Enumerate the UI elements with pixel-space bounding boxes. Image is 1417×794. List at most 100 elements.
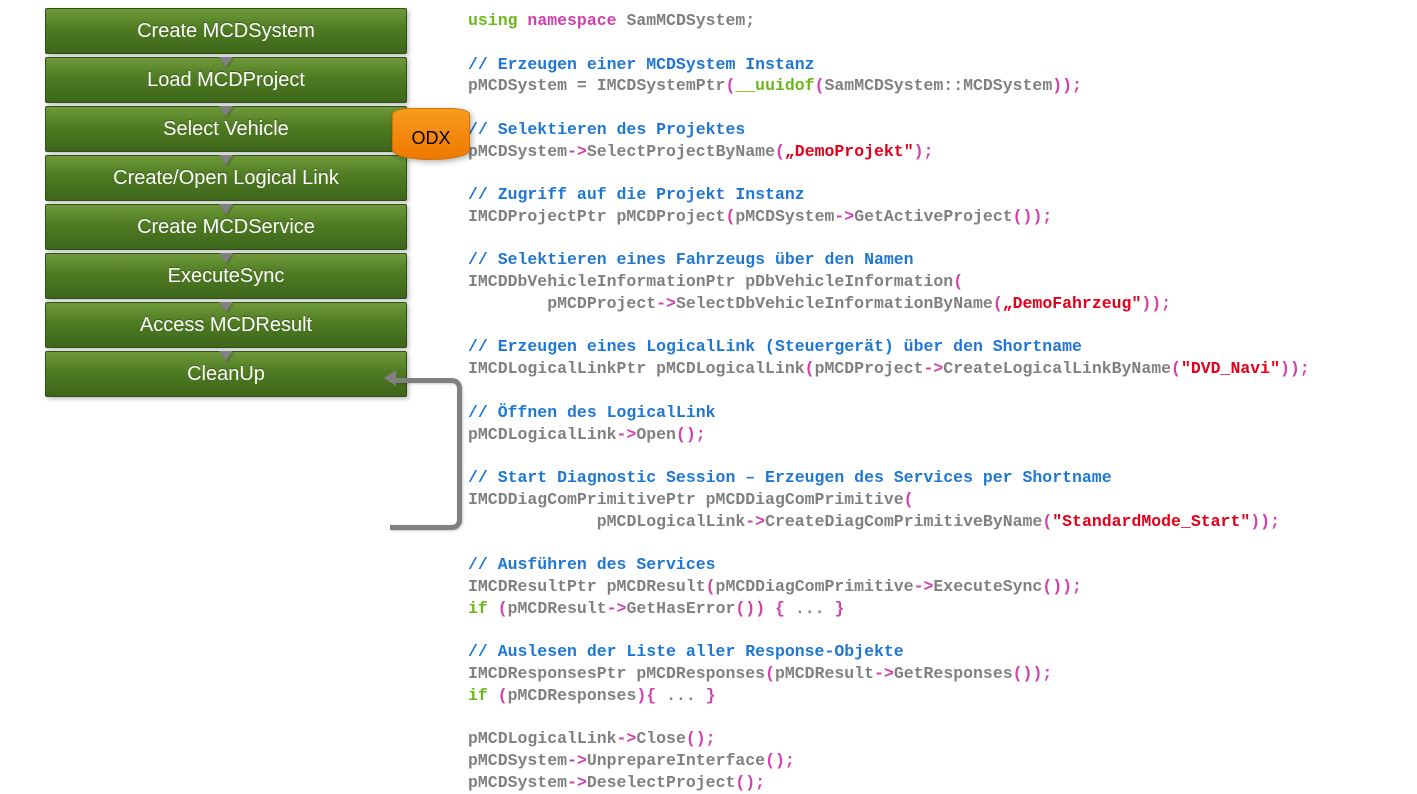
code-text: pMCDResult: [508, 599, 607, 618]
code-text: pMCDLogicalLink: [468, 729, 617, 748]
arrow-op: ->: [656, 294, 676, 313]
brace: }: [834, 599, 844, 618]
code-text: pMCDResult: [775, 664, 874, 683]
comment: // Start Diagnostic Session – Erzeugen d…: [468, 468, 1112, 487]
layout: Create MCDSystem Load MCDProject Select …: [16, 8, 1409, 794]
brace: }: [706, 686, 716, 705]
step-label: Access MCDResult: [140, 314, 312, 337]
paren: ()): [735, 599, 765, 618]
paren: (: [904, 490, 914, 509]
loop-arrow-icon: [390, 378, 462, 530]
step-label: Create MCDSystem: [137, 20, 315, 43]
fn: GetActiveProject: [854, 207, 1012, 226]
comment: // Öffnen des LogicalLink: [468, 403, 716, 422]
arrow-op: ->: [617, 729, 637, 748]
code-text: IMCDDiagComPrimitivePtr pMCDDiagComPrimi…: [468, 490, 904, 509]
code-text: IMCDLogicalLinkPtr pMCDLogicalLink: [468, 359, 805, 378]
paren: ());: [1042, 577, 1082, 596]
paren: (: [725, 76, 735, 95]
fn: UnprepareInterface: [587, 751, 765, 770]
arrow-op: ->: [607, 599, 627, 618]
step-label: Load MCDProject: [147, 69, 305, 92]
comment: // Selektieren eines Fahrzeugs über den …: [468, 250, 914, 269]
dots: ...: [666, 686, 696, 705]
code-text: pMCDSystem: [468, 142, 567, 161]
kw-if: if: [468, 686, 488, 705]
arrow-op: ->: [745, 512, 765, 531]
arrow-op: ->: [567, 773, 587, 792]
loop-arrowhead-icon: [384, 370, 396, 386]
fn: SelectDbVehicleInformationByName: [676, 294, 993, 313]
fn: SelectProjectByName: [587, 142, 775, 161]
code-text: pMCDSystem: [735, 207, 834, 226]
arrow-op: ->: [914, 577, 934, 596]
paren: ();: [676, 425, 706, 444]
fn: GetResponses: [894, 664, 1013, 683]
paren: );: [914, 142, 934, 161]
paren: (: [805, 359, 815, 378]
arrow-op: ->: [923, 359, 943, 378]
arrow-op: ->: [834, 207, 854, 226]
kw-using: using: [468, 11, 518, 30]
fn: Close: [636, 729, 686, 748]
paren: (: [1171, 359, 1181, 378]
code-text: pMCDSystem: [468, 773, 567, 792]
string: "DVD_Navi": [1181, 359, 1280, 378]
paren: (: [765, 664, 775, 683]
comment: // Auslesen der Liste aller Response-Obj…: [468, 642, 904, 661]
paren: (: [498, 686, 508, 705]
fn: ExecuteSync: [933, 577, 1042, 596]
fn: Open: [636, 425, 676, 444]
code-text: pMCDSystem: [468, 751, 567, 770]
step-label: ExecuteSync: [168, 265, 285, 288]
comment: // Ausführen des Services: [468, 555, 716, 574]
step-label: Select Vehicle: [163, 118, 289, 141]
fn: CreateLogicalLinkByName: [943, 359, 1171, 378]
fn: GetHasError: [626, 599, 735, 618]
ns-name: SamMCDSystem;: [626, 11, 755, 30]
paren: (: [498, 599, 508, 618]
code-text: pMCDProject: [547, 294, 656, 313]
string: „DemoFahrzeug": [1003, 294, 1142, 313]
comment: // Selektieren des Projektes: [468, 120, 745, 139]
paren: ());: [1013, 207, 1053, 226]
step-label: Create/Open Logical Link: [113, 167, 339, 190]
string: „DemoProjekt": [785, 142, 914, 161]
paren: ));: [1250, 512, 1280, 531]
paren: ();: [686, 729, 716, 748]
paren: ();: [735, 773, 765, 792]
paren: ();: [765, 751, 795, 770]
code-text: pMCDResponses: [508, 686, 637, 705]
arrow-op: ->: [567, 142, 587, 161]
paren: (: [725, 207, 735, 226]
paren: (: [706, 577, 716, 596]
arrow-op: ->: [567, 751, 587, 770]
string: "StandardMode_Start": [1052, 512, 1250, 531]
comment: // Erzeugen eines LogicalLink (Steuerger…: [468, 337, 1082, 356]
comment: // Erzeugen einer MCDSystem Instanz: [468, 55, 815, 74]
code-text: pMCDSystem = IMCDSystemPtr: [468, 76, 725, 95]
uuidof: __uuidof: [735, 76, 814, 95]
code-text: SamMCDSystem::MCDSystem: [824, 76, 1052, 95]
fn: CreateDiagComPrimitiveByName: [765, 512, 1042, 531]
code-text: pMCDLogicalLink: [468, 425, 617, 444]
paren: ));: [1052, 76, 1082, 95]
paren: (: [775, 142, 785, 161]
code-text: pMCDDiagComPrimitive: [716, 577, 914, 596]
code-text: IMCDResponsesPtr pMCDResponses: [468, 664, 765, 683]
kw-namespace: namespace: [527, 11, 616, 30]
paren: (: [1042, 512, 1052, 531]
kw-if: if: [468, 599, 488, 618]
fn: DeselectProject: [587, 773, 736, 792]
paren: ());: [1013, 664, 1053, 683]
code-text: IMCDResultPtr pMCDResult: [468, 577, 706, 596]
paren: (: [993, 294, 1003, 313]
paren: ));: [1141, 294, 1171, 313]
dots: ...: [795, 599, 825, 618]
step-create-mcdsystem: Create MCDSystem: [45, 8, 407, 54]
paren: ));: [1280, 359, 1310, 378]
arrow-op: ->: [617, 425, 637, 444]
code-text: IMCDDbVehicleInformationPtr pDbVehicleIn…: [468, 272, 953, 291]
brace: {: [646, 686, 656, 705]
odx-label: ODX: [411, 128, 450, 149]
